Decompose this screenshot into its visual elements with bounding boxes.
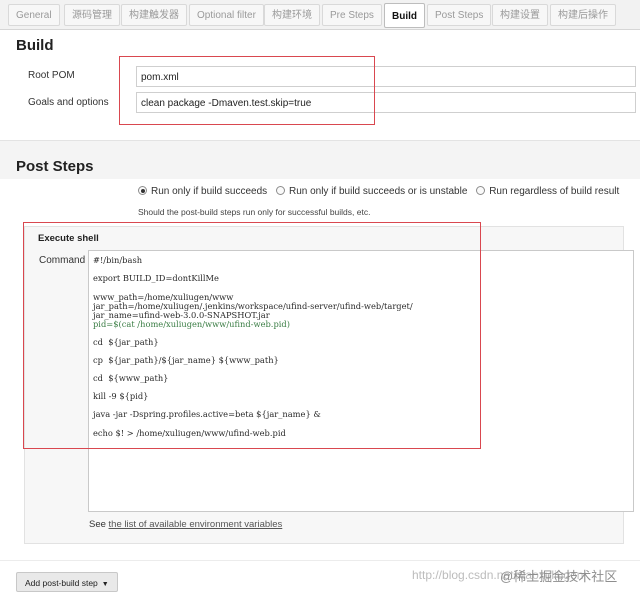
- post-steps-run-condition: Run only if build succeeds Run only if b…: [138, 186, 625, 202]
- tab-optional-filter[interactable]: Optional filter: [189, 4, 264, 26]
- env-variables-link[interactable]: the list of available environment variab…: [109, 519, 283, 530]
- goals-options-label: Goals and options: [28, 97, 109, 108]
- tab-build-settings[interactable]: 构建设置: [492, 4, 548, 26]
- tab-post-build-actions[interactable]: 构建后操作: [550, 4, 616, 26]
- radio-regardless[interactable]: [476, 186, 486, 195]
- build-section-title: Build: [16, 37, 54, 54]
- post-steps-hint: Should the post-build steps run only for…: [138, 207, 371, 217]
- radio-label-succeeds-or-unstable: Run only if build succeeds or is unstabl…: [288, 186, 468, 197]
- root-pom-label: Root POM: [28, 70, 75, 81]
- post-steps-header-band: [0, 141, 640, 179]
- add-post-build-step-label: Add post-build step: [25, 578, 98, 588]
- add-post-build-step-button[interactable]: Add post-build step ▼: [16, 572, 118, 592]
- chevron-down-icon: ▼: [101, 581, 109, 588]
- bottom-divider: [0, 560, 640, 561]
- tab-build-environment[interactable]: 构建环境: [264, 4, 320, 26]
- config-tab-bar: General 源码管理 构建触发器 Optional filter 构建环境 …: [0, 0, 640, 30]
- tab-general[interactable]: General: [8, 4, 60, 26]
- radio-build-succeeds[interactable]: [138, 186, 147, 195]
- watermark-brand: @稀土掘金技术社区: [500, 569, 618, 584]
- radio-succeeds-or-unstable[interactable]: [275, 186, 285, 195]
- tab-build-triggers[interactable]: 构建触发器: [121, 4, 187, 26]
- env-variables-note: See the list of available environment va…: [89, 519, 282, 530]
- radio-label-build-succeeds: Run only if build succeeds: [151, 186, 268, 197]
- tab-post-steps[interactable]: Post Steps: [427, 4, 492, 26]
- env-note-prefix: See: [89, 519, 109, 530]
- tab-build[interactable]: Build: [384, 3, 425, 28]
- radio-label-regardless: Run regardless of build result: [489, 186, 620, 197]
- post-steps-section-title: Post Steps: [16, 158, 94, 175]
- highlight-box-build: [119, 56, 375, 125]
- highlight-box-execute-shell: [23, 222, 481, 449]
- tab-source-code-management[interactable]: 源码管理: [64, 4, 120, 26]
- tab-pre-steps[interactable]: Pre Steps: [322, 4, 382, 26]
